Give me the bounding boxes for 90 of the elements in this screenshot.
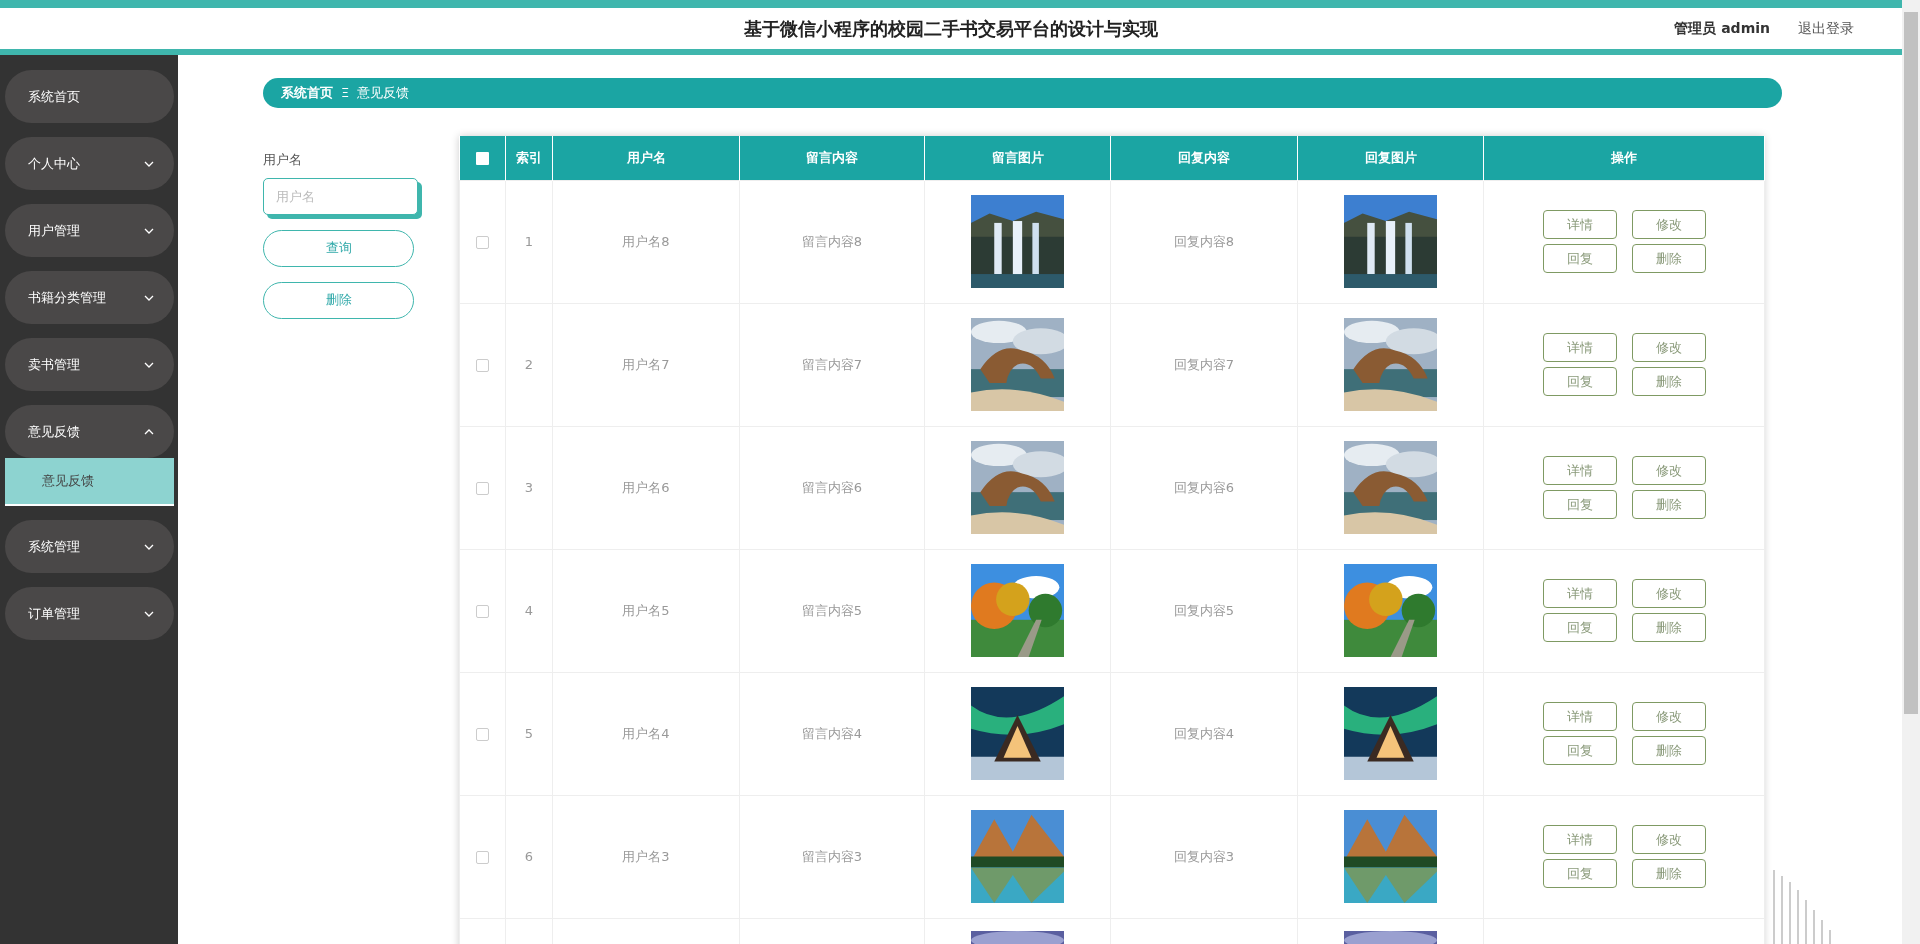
- sidebar-item[interactable]: 个人中心: [5, 137, 174, 190]
- detail-button[interactable]: 详情: [1542, 333, 1617, 362]
- detail-button[interactable]: 详情: [1542, 210, 1617, 239]
- delete-button[interactable]: 删除: [1631, 736, 1706, 765]
- table-cell: 5: [524, 725, 534, 741]
- reply-button[interactable]: 回复: [1542, 859, 1617, 888]
- column-header: 回复图片: [1364, 150, 1417, 165]
- sidebar-item[interactable]: 系统首页: [5, 70, 174, 123]
- sidebar-item[interactable]: 卖书管理: [5, 338, 174, 391]
- column-header: 留言内容: [806, 150, 858, 165]
- edit-button[interactable]: 修改: [1631, 456, 1706, 485]
- column-header: 留言图片: [991, 150, 1044, 165]
- search-field[interactable]: 用户名: [263, 177, 418, 215]
- table-cell: 回复内容6: [1173, 479, 1235, 495]
- row-checkbox[interactable]: [476, 358, 489, 372]
- delete-button[interactable]: 删除: [1631, 859, 1706, 888]
- chevron-down-icon: [144, 294, 154, 301]
- table-cell: 回复内容8: [1173, 233, 1235, 249]
- column-header: 操作: [1611, 150, 1637, 165]
- delete-button[interactable]: 删除: [1631, 613, 1706, 642]
- reply-button[interactable]: 回复: [1542, 613, 1617, 642]
- chevron-up-icon: [144, 428, 154, 435]
- row-checkbox[interactable]: [476, 604, 489, 618]
- scrollbar[interactable]: [1902, 0, 1920, 944]
- row-checkbox[interactable]: [476, 727, 489, 741]
- row-checkbox[interactable]: [476, 235, 489, 249]
- scrollbar-thumb[interactable]: [1904, 12, 1918, 714]
- table-cell: 回复内容7: [1173, 356, 1235, 372]
- table-cell: 留言内容3: [801, 848, 863, 864]
- detail-button[interactable]: 详情: [1542, 579, 1617, 608]
- row-checkbox[interactable]: [476, 850, 489, 864]
- column-header: 索引: [516, 150, 542, 165]
- chevron-down-icon: [144, 160, 154, 167]
- table-cell: 回复内容3: [1173, 848, 1235, 864]
- reply-button[interactable]: 回复: [1542, 490, 1617, 519]
- table-cell: 用户名4: [622, 725, 670, 741]
- table-cell: 留言内容5: [801, 602, 863, 618]
- reply-button[interactable]: 回复: [1542, 736, 1617, 765]
- sidebar-item[interactable]: 意见反馈: [5, 405, 174, 458]
- reply-button[interactable]: 回复: [1542, 244, 1617, 273]
- table-cell: 留言内容4: [801, 725, 863, 741]
- select-all-checkbox[interactable]: [475, 152, 489, 165]
- table-cell: 用户名3: [622, 848, 670, 864]
- query-button[interactable]: 查询: [263, 229, 414, 267]
- delete-button[interactable]: 删除: [1631, 244, 1706, 273]
- delete-button[interactable]: 删除: [1631, 490, 1706, 519]
- column-header: 回复内容: [1178, 150, 1230, 165]
- table-cell: 3: [524, 479, 534, 495]
- edit-button[interactable]: 修改: [1631, 702, 1706, 731]
- logout-link[interactable]: 退出登录: [1798, 18, 1854, 39]
- breadcrumb-item[interactable]: 系统首页: [281, 83, 333, 103]
- delete-button[interactable]: 删除: [263, 281, 414, 319]
- table-cell: 留言内容8: [801, 233, 863, 249]
- table-cell: 4: [524, 602, 534, 618]
- detail-button[interactable]: 详情: [1542, 702, 1617, 731]
- admin-label: 管理员 admin: [1674, 19, 1770, 38]
- app-title: 基于微信小程序的校园二手书交易平台的设计与实现: [744, 17, 1158, 41]
- table-cell: 留言内容6: [801, 479, 863, 495]
- table-cell: 回复内容5: [1173, 602, 1235, 618]
- table-cell: 1: [524, 233, 534, 249]
- submenu-item[interactable]: 意见反馈: [5, 458, 174, 506]
- chevron-down-icon: [144, 361, 154, 368]
- table-cell: 用户名7: [622, 356, 670, 372]
- delete-button[interactable]: 删除: [1631, 367, 1706, 396]
- chevron-down-icon: [144, 227, 154, 234]
- table-cell: 用户名5: [622, 602, 670, 618]
- edit-button[interactable]: 修改: [1631, 210, 1706, 239]
- reply-button[interactable]: 回复: [1542, 367, 1617, 396]
- sidebar-item[interactable]: 用户管理: [5, 204, 174, 257]
- chevron-down-icon: [144, 610, 154, 617]
- table-cell: 回复内容4: [1173, 725, 1235, 741]
- sidebar-item[interactable]: 订单管理: [5, 587, 174, 640]
- table-cell: 6: [524, 848, 534, 864]
- table-cell: 留言内容7: [801, 356, 863, 372]
- edit-button[interactable]: 修改: [1631, 579, 1706, 608]
- table-cell: 2: [524, 356, 534, 372]
- table-cell: 用户名6: [622, 479, 670, 495]
- sidebar-item[interactable]: 系统管理: [5, 520, 174, 573]
- edit-button[interactable]: 修改: [1631, 333, 1706, 362]
- detail-button[interactable]: 详情: [1542, 456, 1617, 485]
- table-cell: 用户名8: [622, 233, 670, 249]
- chevron-down-icon: [144, 543, 154, 550]
- row-checkbox[interactable]: [476, 481, 489, 495]
- detail-button[interactable]: 详情: [1542, 825, 1617, 854]
- column-header: 用户名: [626, 150, 666, 165]
- breadcrumb-separator: Ξ: [341, 84, 350, 103]
- edit-button[interactable]: 修改: [1631, 825, 1706, 854]
- sidebar-item[interactable]: 书籍分类管理: [5, 271, 174, 324]
- breadcrumb-item[interactable]: 意见反馈: [357, 83, 410, 103]
- field-label: 用户名: [263, 151, 303, 169]
